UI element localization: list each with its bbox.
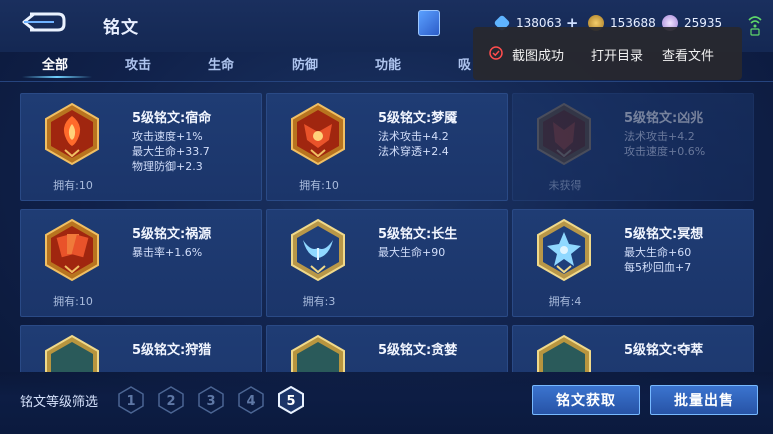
rune-name: 5级铭文:冥想	[624, 227, 704, 242]
green-rune-emblem-icon	[537, 334, 591, 372]
screenshot-toast: 截图成功 打开目录 查看文件	[473, 27, 742, 80]
green-rune-emblem-icon	[45, 334, 99, 372]
blue-rune-emblem-icon	[291, 218, 345, 282]
red-rune-emblem-icon	[45, 102, 99, 166]
rune-attr: 法术攻击+4.2	[378, 130, 449, 143]
level-number: 3	[206, 394, 215, 409]
rune-name: 5级铭文:梦魇	[378, 111, 458, 126]
rune-owned-count: 拥有:3	[302, 295, 336, 308]
level-filter-4[interactable]: 4	[238, 386, 264, 414]
level-number: 5	[286, 394, 295, 409]
rune-attr: 最大生命+60	[624, 246, 692, 259]
rune-card-duocui[interactable]: 5级铭文:夺萃	[512, 325, 754, 372]
rune-attr: 最大生命+90	[378, 246, 446, 259]
level-filter-5[interactable]: 5	[278, 386, 304, 414]
toast-message: 截图成功	[512, 49, 565, 64]
rune-attr: 法术攻击+4.2	[624, 130, 695, 143]
red-rune-emblem-icon	[45, 218, 99, 282]
level-filter-label: 铭文等级筛选	[20, 395, 99, 410]
view-file-link[interactable]: 查看文件	[662, 45, 714, 64]
red-rune-emblem-icon	[537, 102, 591, 166]
bulk-sell-button[interactable]: 批量出售	[650, 385, 758, 415]
tab-attack[interactable]: 攻击	[125, 54, 151, 73]
rune-card-icon[interactable]	[418, 10, 440, 36]
open-folder-link[interactable]: 打开目录	[591, 45, 643, 64]
level-number: 1	[126, 394, 135, 409]
rune-owned-count: 拥有:4	[548, 295, 582, 308]
rune-owned-count: 拥有:10	[53, 179, 93, 192]
tab-lifesteal[interactable]: 吸	[458, 54, 471, 73]
blue-rune-emblem-icon	[537, 218, 591, 282]
rune-attr: 物理防御+2.3	[132, 160, 203, 173]
rune-name: 5级铭文:凶兆	[624, 111, 704, 126]
network-signal-icon	[748, 16, 762, 36]
rune-attr: 暴击率+1.6%	[132, 246, 203, 259]
rune-card-huoyuan[interactable]: 拥有:10 5级铭文:祸源 暴击率+1.6%	[20, 209, 262, 317]
rune-card-mengyan[interactable]: 拥有:10 5级铭文:梦魇 法术攻击+4.2 法术穿透+2.4	[266, 93, 508, 201]
rune-name: 5级铭文:贪婪	[378, 343, 458, 358]
rune-card-xiongzhao[interactable]: 未获得 5级铭文:凶兆 法术攻击+4.2 攻击速度+0.6%	[512, 93, 754, 201]
rune-owned-count: 拥有:10	[53, 295, 93, 308]
rune-card-suming[interactable]: 拥有:10 5级铭文:宿命 攻击速度+1% 最大生命+33.7 物理防御+2.3	[20, 93, 262, 201]
back-arrow-icon[interactable]	[20, 10, 66, 34]
rune-attr: 攻击速度+0.6%	[624, 145, 706, 158]
rune-name: 5级铭文:长生	[378, 227, 458, 242]
tab-defense[interactable]: 防御	[292, 54, 318, 73]
rune-card-tanlan[interactable]: 5级铭文:贪婪	[266, 325, 508, 372]
rune-card-shoulie[interactable]: 5级铭文:狩猎	[20, 325, 262, 372]
rune-name: 5级铭文:狩猎	[132, 343, 212, 358]
rune-attr: 每5秒回血+7	[624, 261, 692, 274]
rune-name: 5级铭文:宿命	[132, 111, 212, 126]
red-rune-emblem-icon	[291, 102, 345, 166]
rune-owned-count: 拥有:10	[299, 179, 339, 192]
rune-name: 5级铭文:祸源	[132, 227, 212, 242]
page-title: 铭文	[103, 18, 139, 38]
level-filter-1[interactable]: 1	[118, 386, 144, 414]
rune-grid: 拥有:10 5级铭文:宿命 攻击速度+1% 最大生命+33.7 物理防御+2.3…	[0, 82, 773, 372]
level-number: 2	[166, 394, 175, 409]
level-filter-3[interactable]: 3	[198, 386, 224, 414]
rune-attr: 法术穿透+2.4	[378, 145, 449, 158]
rune-card-mingxiang[interactable]: 拥有:4 5级铭文:冥想 最大生命+60 每5秒回血+7	[512, 209, 754, 317]
active-tab-indicator	[22, 76, 92, 78]
rune-attr: 攻击速度+1%	[132, 130, 203, 143]
rune-attr: 最大生命+33.7	[132, 145, 210, 158]
tab-health[interactable]: 生命	[208, 54, 234, 73]
tab-all[interactable]: 全部	[42, 54, 68, 73]
check-circle-icon	[489, 46, 503, 60]
level-filter-2[interactable]: 2	[158, 386, 184, 414]
rune-card-changsheng[interactable]: 拥有:3 5级铭文:长生 最大生命+90	[266, 209, 508, 317]
rune-owned-count: 未获得	[548, 179, 582, 192]
rune-name: 5级铭文:夺萃	[624, 343, 704, 358]
level-number: 4	[246, 394, 255, 409]
green-rune-emblem-icon	[291, 334, 345, 372]
tab-utility[interactable]: 功能	[375, 54, 401, 73]
obtain-runes-button[interactable]: 铭文获取	[532, 385, 640, 415]
